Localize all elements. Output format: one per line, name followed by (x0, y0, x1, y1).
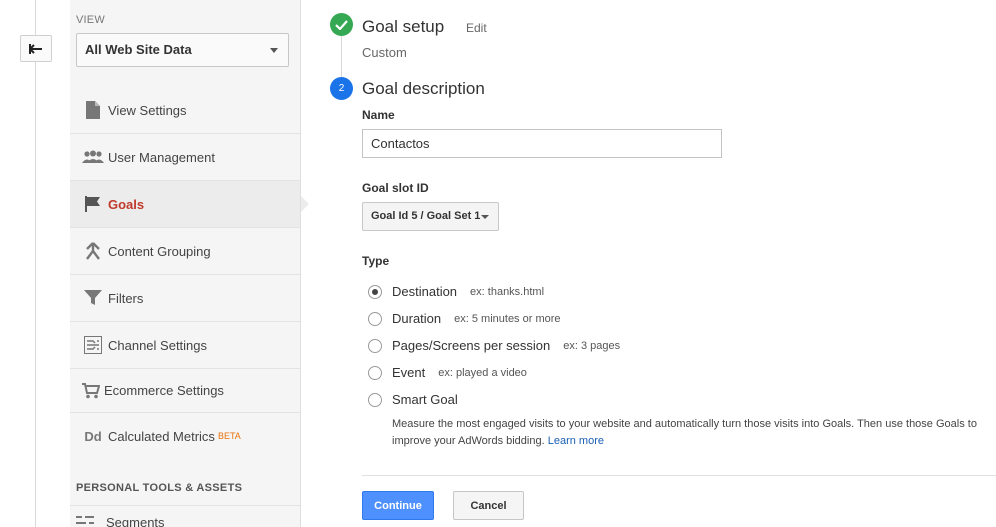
radio-button[interactable] (368, 338, 382, 353)
sidebar-item-goals[interactable]: Goals (70, 181, 309, 228)
type-option-duration[interactable]: Duration ex: 5 minutes or more (368, 305, 996, 332)
type-label: Type (362, 254, 390, 268)
type-option-label: Duration (392, 311, 442, 326)
chevron-down-icon (270, 48, 278, 53)
document-icon (70, 101, 108, 119)
sidebar-item-ecommerce-settings[interactable]: Ecommerce Settings (70, 369, 300, 413)
step-connector (341, 36, 342, 78)
divider (362, 475, 996, 476)
back-button[interactable] (20, 35, 52, 62)
sidebar-nav: View Settings User Management Goals Cont… (70, 87, 309, 459)
chevron-down-icon (481, 215, 489, 219)
goal-setup-summary: Custom (362, 45, 407, 60)
radio-button[interactable] (368, 311, 382, 326)
type-option-label: Event (392, 365, 426, 380)
sidebar-item-label: Channel Settings (108, 337, 208, 353)
sidebar-item-label: Ecommerce Settings (104, 383, 224, 398)
cart-icon (70, 382, 104, 399)
goal-type-radio-group: Destination ex: thanks.html Duration ex:… (368, 278, 996, 450)
filter-icon (70, 290, 108, 306)
goal-slot-value: Goal Id 5 / Goal Set 1 (371, 210, 481, 222)
back-arrow-icon (29, 43, 42, 54)
cancel-button[interactable]: Cancel (453, 491, 524, 520)
sidebar-item-label: User Management (108, 149, 215, 165)
sidebar-item-label: Calculated Metrics (108, 428, 215, 444)
smart-goal-description-text: Measure the most engaged visits to your … (392, 418, 977, 447)
radio-button[interactable] (368, 365, 382, 380)
segments-icon (76, 515, 94, 524)
sidebar-item-user-management[interactable]: User Management (70, 134, 300, 181)
beta-badge: BETA (217, 431, 241, 441)
type-option-example: ex: thanks.html (470, 285, 545, 298)
divider (70, 505, 300, 506)
goal-editor-screen: VIEW All Web Site Data View Settings Use… (0, 0, 996, 527)
view-select[interactable]: All Web Site Data (76, 33, 289, 67)
view-select-value: All Web Site Data (85, 42, 192, 57)
type-option-pages-per-session[interactable]: Pages/Screens per session ex: 3 pages (368, 332, 996, 359)
type-option-label: Destination (392, 284, 458, 299)
sidebar-item-content-grouping[interactable]: Content Grouping (70, 228, 300, 275)
type-option-label: Pages/Screens per session (392, 338, 551, 353)
radio-button[interactable] (368, 392, 382, 407)
type-option-destination[interactable]: Destination ex: thanks.html (368, 278, 996, 305)
sidebar-item-label: Goals (108, 196, 145, 212)
goal-slot-label: Goal slot ID (362, 181, 429, 195)
channel-settings-icon (70, 336, 108, 354)
goal-form: Goal setup Edit Custom 2 Goal descriptio… (330, 0, 996, 527)
type-option-example: ex: 3 pages (563, 339, 621, 352)
admin-sidebar: VIEW All Web Site Data View Settings Use… (70, 0, 309, 527)
sidebar-item-label: Filters (108, 290, 144, 306)
view-label: VIEW (76, 14, 105, 26)
learn-more-link[interactable]: Learn more (548, 435, 604, 447)
goal-description-title: Goal description (362, 79, 485, 98)
type-option-smart-goal[interactable]: Smart Goal (368, 386, 996, 413)
sidebar-item-label: Segments (106, 515, 165, 527)
type-option-example: ex: played a video (438, 366, 527, 379)
goal-setup-title: Goal setup (362, 17, 445, 36)
type-option-label: Smart Goal (392, 392, 458, 407)
flag-icon (70, 195, 108, 213)
goal-slot-select[interactable]: Goal Id 5 / Goal Set 1 (362, 202, 499, 231)
type-option-event[interactable]: Event ex: played a video (368, 359, 996, 386)
personal-tools-heading: PERSONAL TOOLS & ASSETS (76, 482, 243, 494)
step-number-badge: 2 (330, 77, 353, 100)
radio-button[interactable] (368, 284, 382, 299)
users-icon (70, 150, 108, 164)
check-icon (330, 13, 353, 36)
edit-goal-setup-link[interactable]: Edit (466, 21, 487, 35)
dd-icon: Dd (84, 428, 102, 444)
type-option-example: ex: 5 minutes or more (454, 312, 561, 325)
name-label: Name (362, 108, 395, 122)
sidebar-item-segments[interactable]: Segments (76, 515, 165, 527)
content-grouping-icon (70, 242, 108, 260)
sidebar-item-filters[interactable]: Filters (70, 275, 300, 322)
sidebar-item-calculated-metrics[interactable]: Dd Calculated Metrics BETA (70, 413, 300, 459)
goal-name-input[interactable] (362, 129, 722, 158)
sidebar-item-label: Content Grouping (108, 243, 211, 259)
sidebar-item-channel-settings[interactable]: Channel Settings (70, 322, 300, 369)
smart-goal-description: Measure the most engaged visits to your … (392, 416, 992, 450)
sidebar-item-view-settings[interactable]: View Settings (70, 87, 300, 134)
continue-button[interactable]: Continue (362, 491, 434, 520)
sidebar-item-label: View Settings (108, 102, 187, 118)
back-rail (35, 0, 36, 527)
